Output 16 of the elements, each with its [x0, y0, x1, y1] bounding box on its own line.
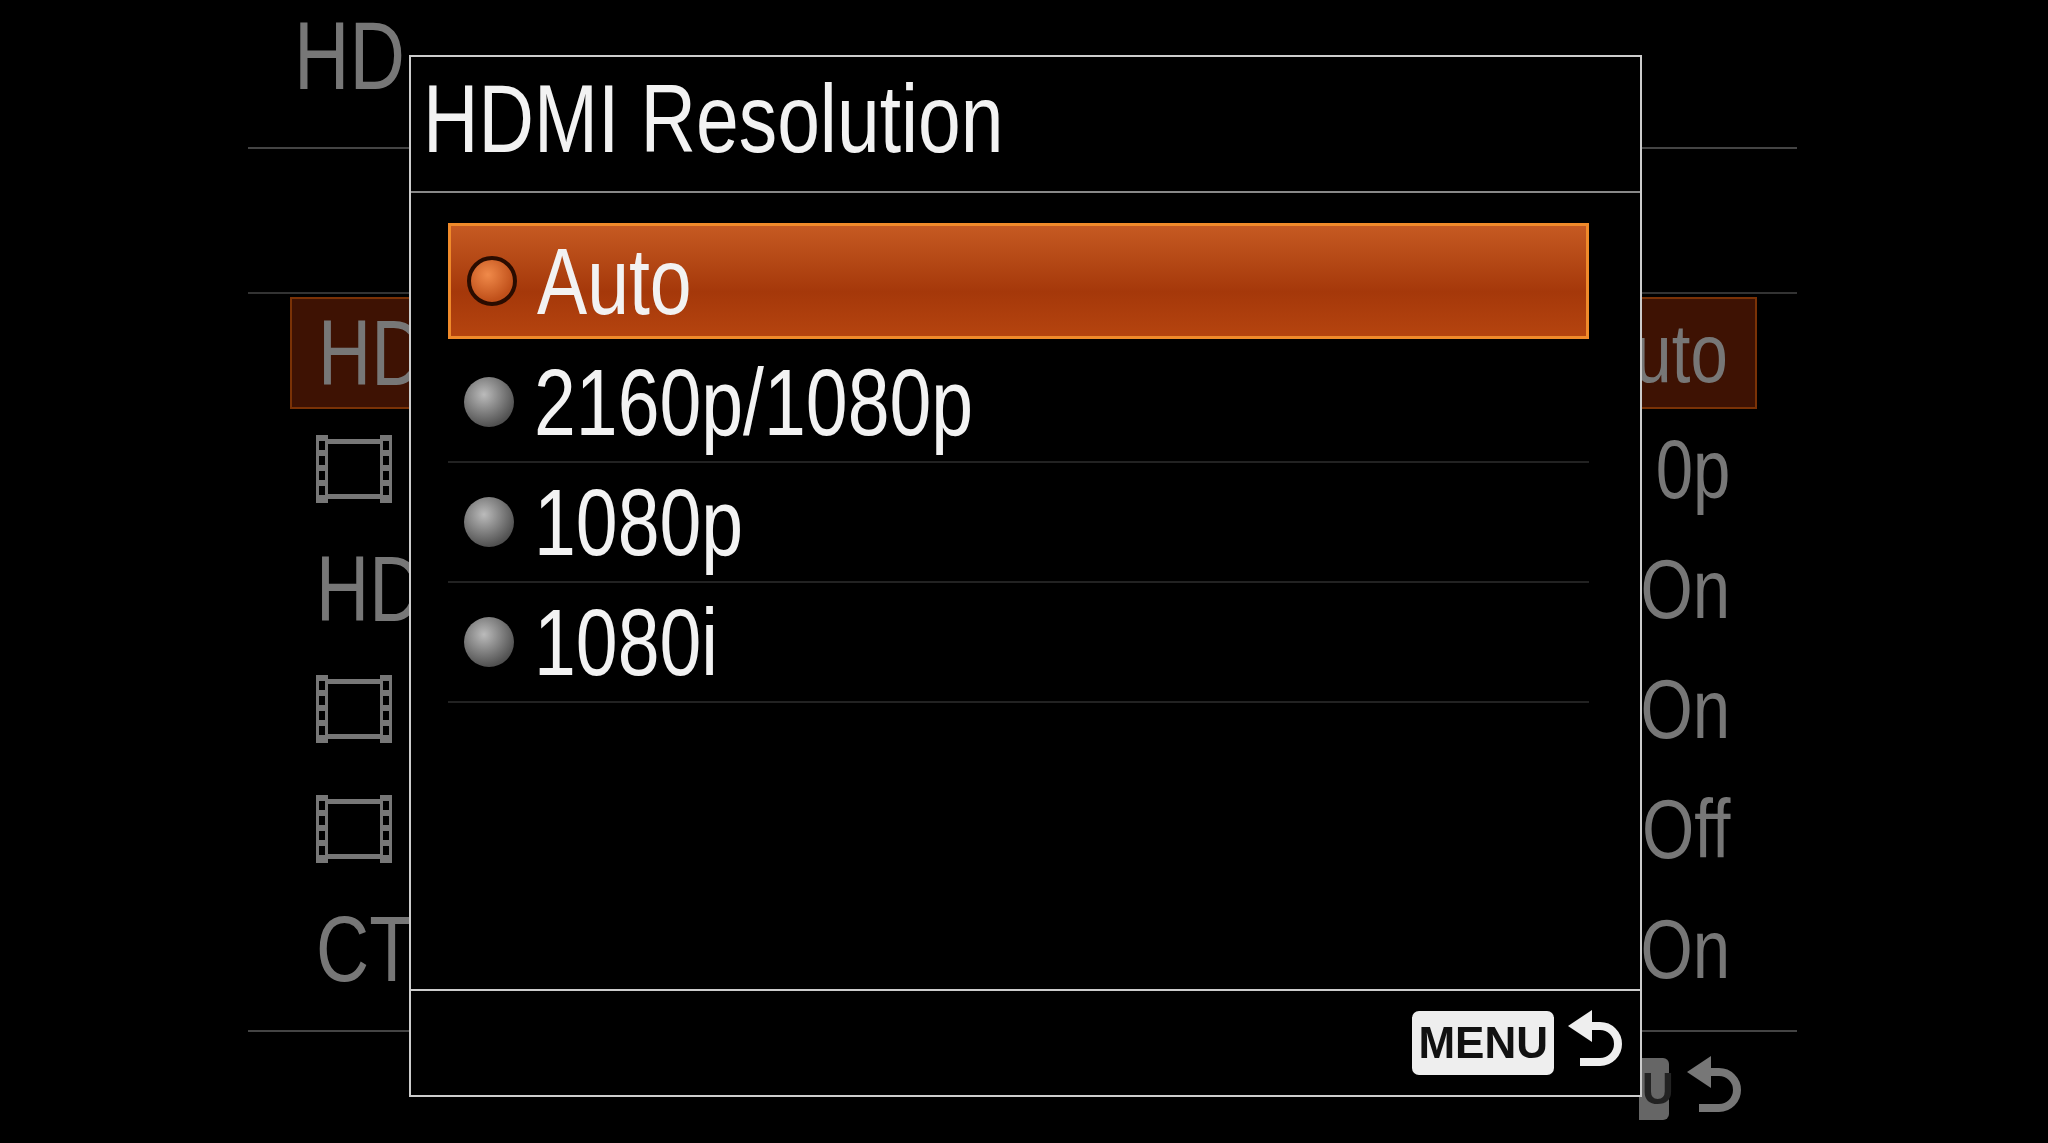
film-icon [316, 675, 392, 743]
radio-button[interactable] [464, 617, 514, 667]
setting-value: On [1640, 901, 1730, 998]
film-icon [316, 435, 392, 503]
setting-label: CT [316, 897, 415, 1002]
dialog-title: HDMI Resolution [423, 71, 1004, 167]
setting-value: 0p [1655, 421, 1730, 518]
film-icon [316, 795, 392, 863]
radio-button[interactable] [464, 497, 514, 547]
menu-key[interactable]: MENU [1412, 1011, 1554, 1075]
menu-title: HD [294, 8, 405, 104]
setting-value: Off [1641, 781, 1730, 878]
radio-button[interactable] [467, 256, 517, 306]
setting-value: On [1640, 541, 1730, 638]
setting-value: On [1640, 661, 1730, 758]
radio-button[interactable] [464, 377, 514, 427]
